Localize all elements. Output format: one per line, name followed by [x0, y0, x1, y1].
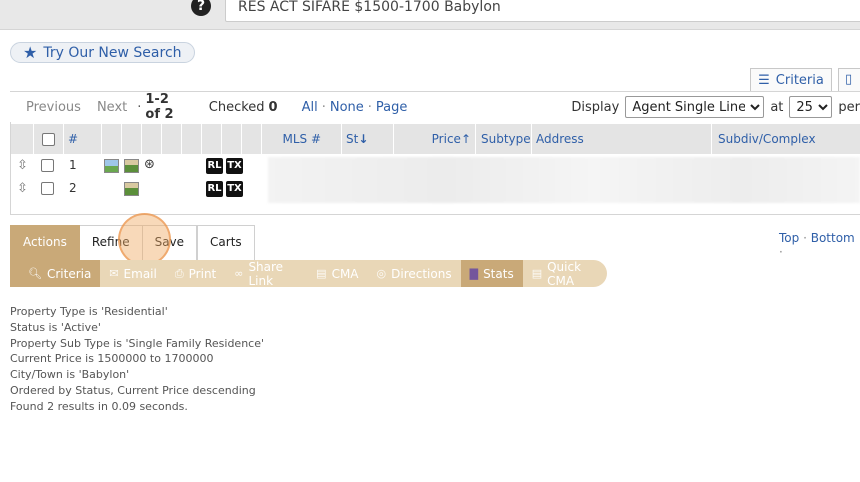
- column-header-status-label: St: [346, 132, 359, 146]
- row-number: 1: [69, 158, 77, 172]
- column-header-subdiv[interactable]: Subdiv/Complex: [711, 124, 860, 154]
- select-page-link[interactable]: Page: [376, 100, 407, 115]
- criteria-line: Ordered by Status, Current Price descend…: [10, 383, 256, 397]
- try-new-search-button[interactable]: ★ Try Our New Search: [10, 42, 195, 63]
- photo-icon[interactable]: [104, 158, 119, 173]
- column-header-address[interactable]: Address: [531, 124, 711, 154]
- email-action-label: Email: [123, 266, 157, 281]
- display-format-select[interactable]: Agent Single Line: [625, 96, 765, 118]
- checked-count: 0: [268, 99, 278, 115]
- select-none-link[interactable]: None: [330, 100, 364, 115]
- link-icon: ∞: [234, 267, 244, 280]
- map-icon: ▯: [845, 72, 853, 87]
- sort-descending-icon: ↓: [358, 132, 369, 146]
- share-link-action-label: Share Link: [248, 259, 284, 288]
- row-checkbox[interactable]: [41, 182, 54, 195]
- per-page-select[interactable]: 25: [789, 96, 833, 118]
- checked-label: Checked: [208, 99, 265, 115]
- top-link[interactable]: Top: [779, 231, 799, 245]
- print-action[interactable]: ⎙ Print: [166, 260, 225, 287]
- search-icon: 🔍︎: [28, 267, 42, 280]
- stats-action[interactable]: ▇ Stats: [460, 260, 523, 287]
- stats-action-label: Stats: [483, 266, 514, 281]
- per-label: per: [838, 99, 860, 115]
- top-bar: ? RES ACT SIFARE $1500-1700 Babylon: [0, 0, 860, 30]
- previous-link[interactable]: Previous: [26, 100, 81, 115]
- email-action[interactable]: ✉ Email: [100, 260, 166, 287]
- tab-actions[interactable]: Actions: [10, 225, 80, 260]
- column-header-mls[interactable]: MLS #: [261, 124, 341, 154]
- directions-action-label: Directions: [391, 266, 452, 281]
- result-range: 1-2 of 2: [145, 92, 174, 122]
- quick-search-input[interactable]: RES ACT SIFARE $1500-1700 Babylon: [225, 0, 860, 22]
- location-icon[interactable]: ⊛: [144, 154, 155, 176]
- select-all-link[interactable]: All: [302, 100, 318, 115]
- at-label: at: [770, 99, 784, 115]
- drag-handle-icon[interactable]: ⇳: [17, 154, 28, 176]
- rl-badge[interactable]: RL: [206, 180, 223, 197]
- top-bottom-links: Top · Bottom ·: [779, 231, 855, 259]
- sort-ascending-icon: ↑: [460, 132, 471, 146]
- document-icon: ▤: [531, 267, 543, 280]
- bottom-link[interactable]: Bottom: [811, 231, 855, 245]
- column-header-number[interactable]: #: [63, 124, 101, 154]
- compass-icon: ◎: [376, 267, 387, 280]
- criteria-button[interactable]: ☰ Criteria: [750, 68, 832, 91]
- quick-cma-action[interactable]: ▤ Quick CMA: [523, 259, 607, 288]
- criteria-line: Property Type is 'Residential': [10, 305, 168, 318]
- redacted-row-content: [268, 157, 860, 203]
- criteria-line: City/Town is 'Babylon': [10, 368, 130, 382]
- map-button[interactable]: ▯: [838, 68, 860, 91]
- cma-action-label: CMA: [331, 266, 359, 281]
- cma-action[interactable]: ▤ CMA: [307, 260, 367, 287]
- quick-cma-action-label: Quick CMA: [547, 259, 582, 288]
- help-icon[interactable]: ?: [191, 0, 211, 16]
- directions-action[interactable]: ◎ Directions: [368, 260, 461, 287]
- row-number: 2: [69, 181, 77, 195]
- column-header-status[interactable]: St↓: [341, 124, 393, 154]
- tx-badge[interactable]: TX: [226, 157, 243, 174]
- gallery-icon[interactable]: [124, 181, 139, 196]
- share-link-action[interactable]: ∞ Share Link: [225, 259, 307, 288]
- search-criteria-summary: Property Type is 'Residential' Status is…: [10, 304, 264, 415]
- criteria-button-label: Criteria: [775, 72, 824, 88]
- column-header-price[interactable]: Price↑: [393, 124, 475, 154]
- print-action-label: Print: [188, 266, 217, 281]
- email-icon: ✉: [109, 267, 119, 280]
- pager-bar: Previous Next · 1-2 of 2 Checked 0 All ·…: [10, 92, 860, 122]
- print-icon: ⎙: [174, 266, 184, 280]
- row-checkbox[interactable]: [41, 159, 54, 172]
- next-link[interactable]: Next: [97, 100, 127, 115]
- criteria-line: Current Price is 1500000 to 1700000: [10, 352, 214, 366]
- grid-header: # MLS # St↓ Price↑ Subtype Address Subdi…: [11, 124, 860, 154]
- tx-badge[interactable]: TX: [226, 180, 243, 197]
- drag-handle-icon[interactable]: ⇳: [17, 177, 28, 199]
- criteria-line: Property Sub Type is 'Single Family Resi…: [10, 336, 265, 350]
- criteria-action[interactable]: 🔍︎ Criteria: [10, 260, 101, 287]
- column-header-subtype[interactable]: Subtype: [475, 124, 531, 154]
- display-label: Display: [571, 99, 620, 115]
- document-icon: ▤: [316, 267, 327, 280]
- click-highlight: [118, 213, 171, 266]
- sliders-icon: ☰: [758, 72, 770, 88]
- bar-chart-icon: ▇: [469, 267, 479, 280]
- criteria-action-label: Criteria: [46, 266, 92, 281]
- results-found: Found 2 results in 0.09 seconds.: [10, 399, 188, 413]
- rl-badge[interactable]: RL: [206, 157, 223, 174]
- tab-carts[interactable]: Carts: [197, 225, 255, 260]
- action-bar: 🔍︎ Criteria ✉ Email ⎙ Print ∞ Share Link ▤ CM…: [10, 259, 607, 288]
- gallery-icon[interactable]: [124, 158, 139, 173]
- star-icon: ★: [23, 43, 38, 62]
- column-header-price-label: Price: [431, 132, 461, 146]
- criteria-line: Status is 'Active': [10, 320, 101, 334]
- try-new-search-label: Try Our New Search: [43, 44, 182, 61]
- select-all-checkbox[interactable]: [42, 133, 55, 146]
